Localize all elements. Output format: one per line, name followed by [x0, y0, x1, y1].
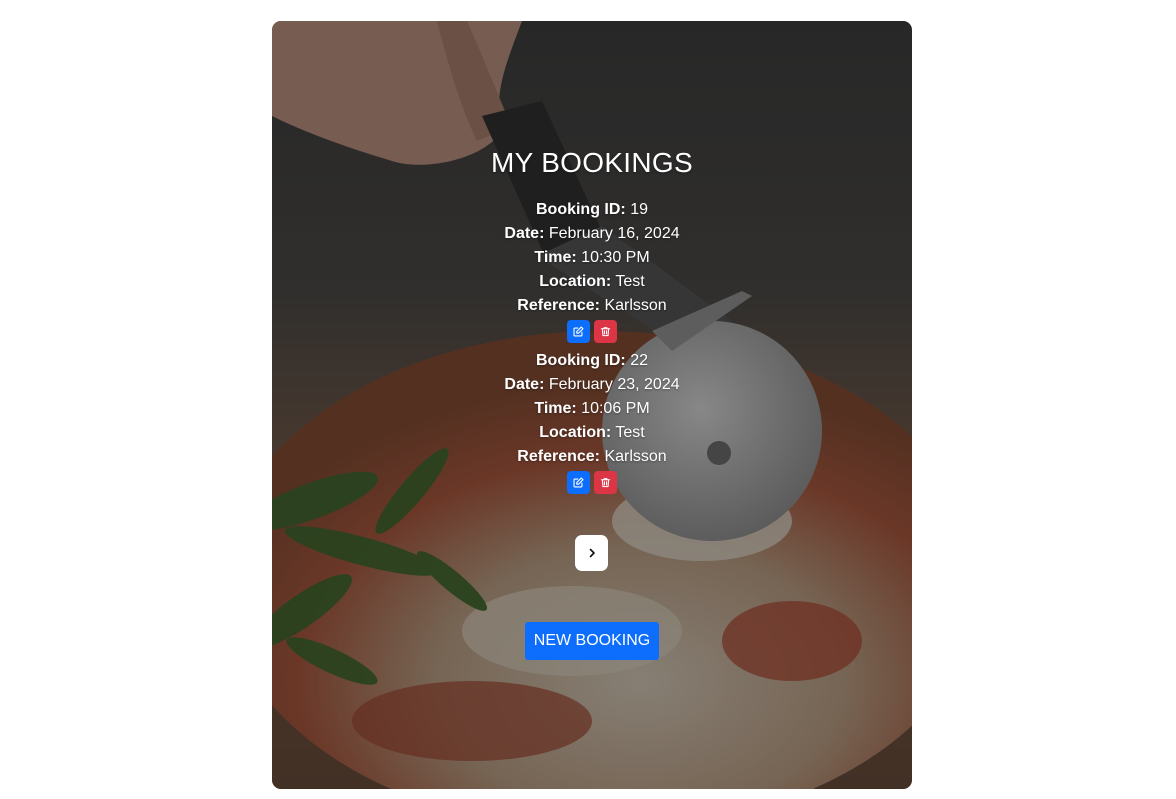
booking-id-row: Booking ID: 22: [272, 349, 912, 373]
booking-id-row: Booking ID: 19: [272, 198, 912, 222]
booking-location-value: Test: [615, 424, 645, 441]
edit-icon: [573, 477, 584, 488]
booking-reference-row: Reference: Karlsson: [272, 445, 912, 469]
booking-location-row: Location: Test: [272, 421, 912, 445]
new-booking-button[interactable]: NEW BOOKING: [525, 622, 659, 660]
booking-date-label: Date:: [504, 376, 545, 393]
booking-time-value: 10:06 PM: [581, 400, 650, 417]
booking-location-row: Location: Test: [272, 270, 912, 294]
booking-id-value: 19: [630, 201, 648, 218]
booking-reference-label: Reference:: [517, 448, 600, 465]
booking-date-value: February 16, 2024: [548, 225, 680, 242]
booking-time-value: 10:30 PM: [581, 249, 650, 266]
booking-id-value: 22: [630, 352, 648, 369]
booking-id-label: Booking ID:: [535, 352, 626, 369]
chevron-right-icon: [589, 548, 595, 558]
booking-actions: [272, 320, 912, 343]
edit-booking-button[interactable]: [567, 471, 590, 494]
booking-date-row: Date: February 16, 2024: [272, 222, 912, 246]
booking-reference-value: Karlsson: [604, 448, 667, 465]
booking-entry: Booking ID: 19 Date: February 16, 2024 T…: [272, 198, 912, 343]
delete-booking-button[interactable]: [594, 471, 617, 494]
edit-icon: [573, 326, 584, 337]
bookings-card: MY BOOKINGS Booking ID: 19 Date: Februar…: [272, 21, 912, 789]
next-page-button[interactable]: [575, 535, 608, 571]
booking-time-label: Time:: [534, 400, 577, 417]
booking-date-value: February 23, 2024: [548, 376, 680, 393]
booking-time-label: Time:: [534, 249, 577, 266]
booking-entry: Booking ID: 22 Date: February 23, 2024 T…: [272, 349, 912, 494]
booking-date-label: Date:: [504, 225, 545, 242]
booking-time-row: Time: 10:06 PM: [272, 397, 912, 421]
booking-reference-value: Karlsson: [604, 297, 667, 314]
bookings-content: MY BOOKINGS Booking ID: 19 Date: Februar…: [272, 21, 912, 789]
booking-reference-label: Reference:: [517, 297, 600, 314]
edit-booking-button[interactable]: [567, 320, 590, 343]
trash-icon: [600, 327, 611, 337]
delete-booking-button[interactable]: [594, 320, 617, 343]
booking-actions: [272, 471, 912, 494]
booking-reference-row: Reference: Karlsson: [272, 294, 912, 318]
booking-id-label: Booking ID:: [535, 201, 626, 218]
booking-date-row: Date: February 23, 2024: [272, 373, 912, 397]
booking-time-row: Time: 10:30 PM: [272, 246, 912, 270]
booking-location-label: Location:: [539, 273, 612, 290]
booking-location-label: Location:: [539, 424, 612, 441]
trash-icon: [600, 478, 611, 488]
page-title: MY BOOKINGS: [491, 147, 693, 178]
booking-location-value: Test: [615, 273, 645, 290]
